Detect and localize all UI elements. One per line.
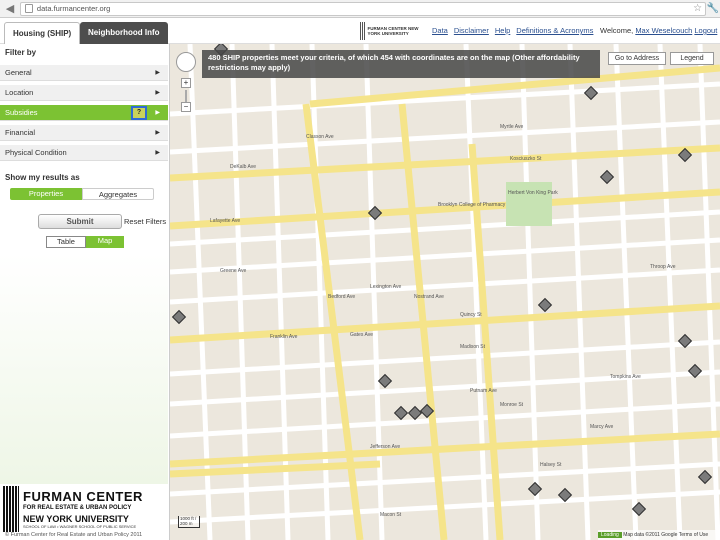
expand-arrow-icon: ▶ [155, 70, 160, 76]
loading-indicator: Loading [598, 532, 622, 538]
back-icon[interactable]: ◀ [2, 1, 18, 17]
logo-line-2: FOR REAL ESTATE & URBAN POLICY [23, 505, 132, 511]
copyright-text: © Furman Center for Real Estate and Urba… [5, 532, 143, 538]
street-label: Classon Ave [306, 134, 334, 140]
help-icon[interactable]: ? [131, 106, 147, 120]
street-label: Herbert Von King Park [508, 190, 558, 196]
street-label: Lafayette Ave [210, 218, 241, 224]
furman-logo-mark-icon [3, 486, 19, 532]
sidebar-background [0, 254, 168, 484]
street-label: Greene Ave [220, 268, 247, 274]
street-label: Halsey St [540, 462, 562, 468]
wrench-icon[interactable]: 🔧 [706, 3, 720, 14]
results-mode-properties[interactable]: Properties [10, 188, 82, 200]
filter-title: Filter by [5, 48, 37, 57]
pan-control-icon[interactable] [176, 52, 196, 72]
show-results-title: Show my results as [5, 173, 80, 182]
user-name-link[interactable]: Max Weselcouch [635, 26, 692, 35]
expand-arrow-icon: ▶ [155, 90, 160, 96]
street-label: Macon St [380, 512, 402, 518]
filter-category-subsidies[interactable]: Subsidies ? ▶ [0, 105, 168, 121]
filter-category-label: Subsidies [5, 108, 38, 117]
zoom-slider[interactable] [185, 90, 187, 102]
logo-line-4: SCHOOL OF LAW • WAGNER SCHOOL OF PUBLIC … [23, 524, 137, 529]
submit-button[interactable]: Submit [38, 214, 122, 229]
reset-filters-link[interactable]: Reset Filters [124, 217, 166, 226]
url-bar[interactable]: data.furmancenter.org ☆ [19, 1, 707, 16]
street-label: Brooklyn College of Pharmacy [438, 202, 506, 208]
map-streets [170, 44, 720, 540]
nyu-furman-logo: FURMAN CENTER NEW YORK UNIVERSITY [360, 20, 420, 42]
link-definitions[interactable]: Definitions & Acronyms [516, 26, 593, 35]
filter-category-location[interactable]: Location ▶ [0, 85, 168, 101]
filter-category-general[interactable]: General ▶ [0, 65, 168, 81]
filter-category-label: Location [5, 88, 34, 97]
map-canvas[interactable]: DeKalb Ave Lafayette Ave Greene Ave Gate… [170, 44, 720, 540]
street-label: Bedford Ave [328, 294, 356, 300]
street-label: Nostrand Ave [414, 294, 444, 300]
street-label: Quincy St [460, 312, 482, 318]
logout-link[interactable]: Logout [694, 26, 717, 35]
street-label: Marcy Ave [590, 424, 614, 430]
map-scale-bar: 1000 ft / 200 m [178, 516, 200, 528]
expand-arrow-icon: ▶ [155, 130, 160, 136]
nyu-logo-mark-icon [360, 22, 365, 40]
site-header: Housing (SHIP) Neighborhood Info FURMAN … [0, 18, 720, 44]
link-help[interactable]: Help [495, 26, 510, 35]
browser-toolbar: ◀ data.furmancenter.org ☆ 🔧 [0, 0, 720, 18]
street-label: Madison St [460, 344, 486, 350]
street-label: Myrtle Ave [500, 124, 524, 130]
results-mode-aggregates[interactable]: Aggregates [82, 188, 154, 200]
results-banner: 480 SHIP properties meet your criteria, … [202, 50, 600, 78]
tab-housing-ship[interactable]: Housing (SHIP) [4, 22, 81, 44]
nyu-logo-text: FURMAN CENTER NEW YORK UNIVERSITY [367, 26, 419, 36]
bookmark-star-icon[interactable]: ☆ [693, 3, 702, 14]
map-attribution: Map data ©2011 Google [623, 532, 678, 538]
zoom-in-button[interactable]: + [181, 78, 191, 88]
logo-line-3: NEW YORK UNIVERSITY [23, 514, 129, 524]
logo-line-1: FURMAN CENTER [23, 489, 143, 504]
street-label: Monroe St [500, 402, 524, 408]
expand-arrow-icon: ▶ [155, 150, 160, 156]
view-mode-map[interactable]: Map [86, 236, 124, 248]
tab-neighborhood-info[interactable]: Neighborhood Info [80, 22, 168, 44]
go-to-address-button[interactable]: Go to Address [608, 52, 666, 65]
welcome-message: Welcome, Max Weselcouch Logout [600, 26, 717, 35]
top-links: Data Disclaimer Help Definitions & Acron… [432, 26, 593, 35]
street-label: Gates Ave [350, 332, 373, 338]
filter-sidebar: Filter by General ▶ Location ▶ Subsidies… [0, 44, 170, 540]
link-data[interactable]: Data [432, 26, 448, 35]
page-icon [24, 4, 33, 13]
zoom-out-button[interactable]: − [181, 102, 191, 112]
street-label: Franklin Ave [270, 334, 298, 340]
street-label: Putnam Ave [470, 388, 497, 394]
street-label: DeKalb Ave [230, 164, 257, 170]
terms-of-use-link[interactable]: Terms of Use [679, 532, 708, 538]
furman-center-logo: FURMAN CENTER FOR REAL ESTATE & URBAN PO… [3, 484, 168, 534]
map-footer: Loading Map data ©2011 Google Terms of U… [598, 530, 720, 540]
filter-category-financial[interactable]: Financial ▶ [0, 125, 168, 141]
filter-category-label: Physical Condition [5, 148, 67, 157]
filter-category-label: General [5, 68, 32, 77]
minor-streets [187, 44, 720, 540]
street-label: Tompkins Ave [610, 374, 641, 380]
street-label: Throop Ave [650, 264, 676, 270]
filter-category-physical-condition[interactable]: Physical Condition ▶ [0, 145, 168, 161]
welcome-prefix: Welcome, [600, 26, 634, 35]
link-disclaimer[interactable]: Disclaimer [454, 26, 489, 35]
url-text: data.furmancenter.org [36, 4, 111, 13]
street-label: Lexington Ave [370, 284, 402, 290]
street-label: Kosciuszko St [510, 156, 542, 162]
park-area [506, 182, 552, 226]
filter-category-label: Financial [5, 128, 36, 137]
expand-arrow-icon: ▶ [155, 110, 160, 116]
view-mode-table[interactable]: Table [46, 236, 86, 248]
street-label: Jefferson Ave [370, 444, 401, 450]
legend-button[interactable]: Legend [670, 52, 714, 65]
